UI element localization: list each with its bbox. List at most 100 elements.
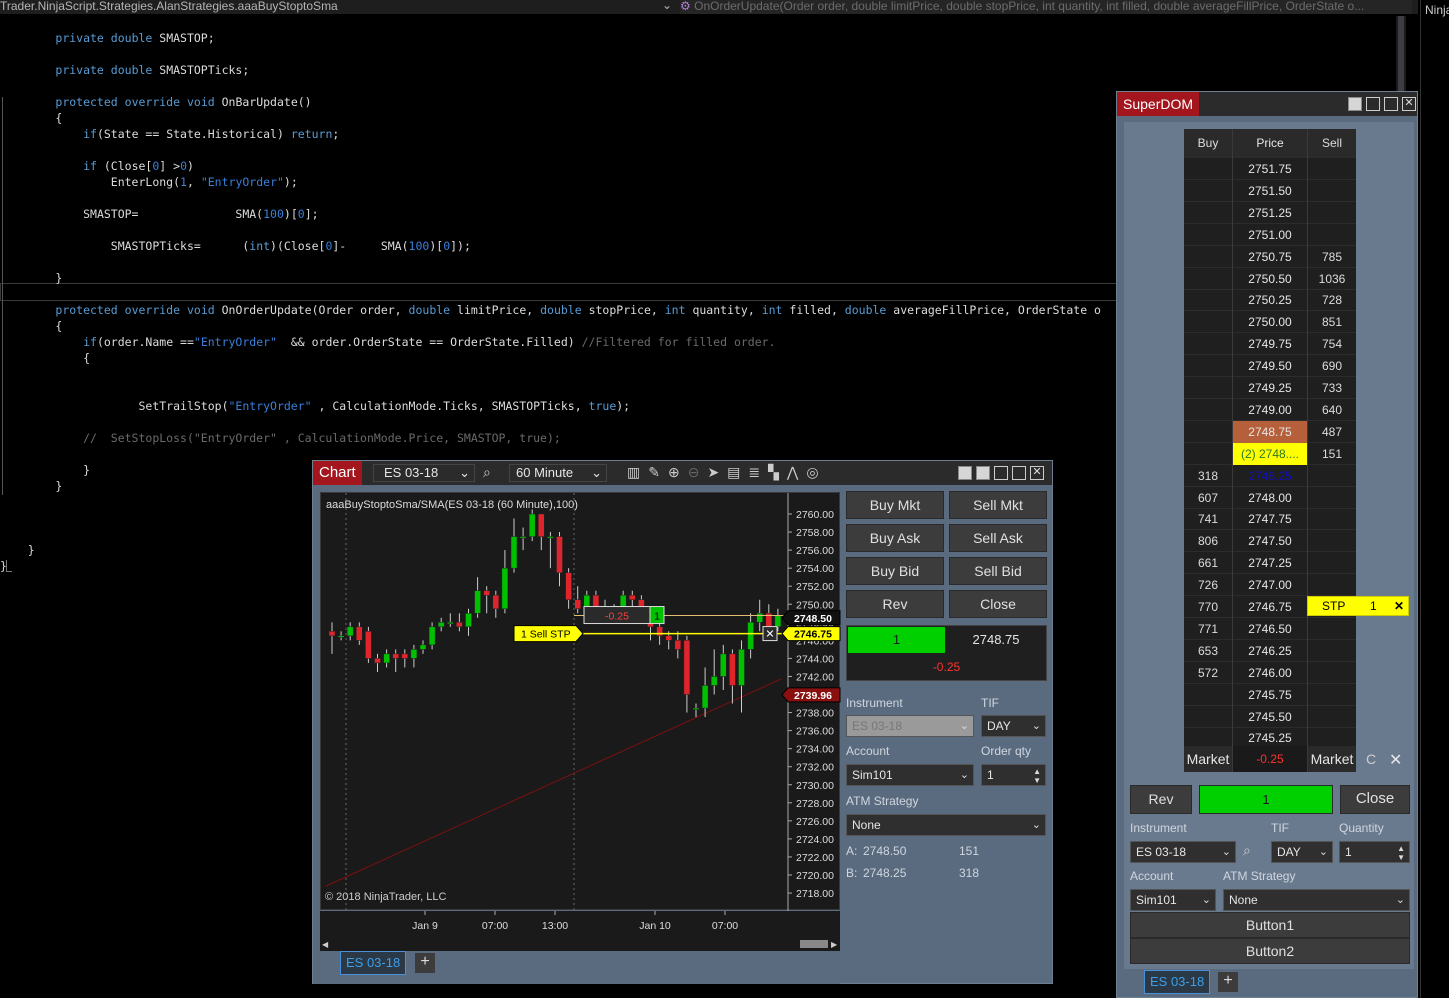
- custom-button-2[interactable]: Button2: [1130, 938, 1410, 964]
- ladder-row[interactable]: 726 2747.00: [1184, 574, 1356, 597]
- superdom-tif-select[interactable]: DAY ⌄: [1271, 841, 1333, 863]
- ladder-row[interactable]: 2750.25 728: [1184, 289, 1356, 312]
- ladder-sell-cell[interactable]: 728: [1308, 289, 1356, 311]
- superdom-close-button[interactable]: Close: [1340, 785, 1410, 814]
- scroll-left-icon[interactable]: ◀: [322, 940, 328, 949]
- ladder-buy-cell[interactable]: 661: [1184, 552, 1232, 574]
- superdom-window[interactable]: SuperDOM ✕ Buy Price Sell 2751.75 2751.50…: [1116, 91, 1418, 998]
- reload-icon[interactable]: ◎: [806, 464, 826, 480]
- close-icon[interactable]: ✕: [1402, 97, 1416, 111]
- ladder-sell-cell[interactable]: 690: [1308, 355, 1356, 377]
- ladder-row[interactable]: 2750.50 1036: [1184, 267, 1356, 290]
- ladder-sell-cell[interactable]: 1036: [1308, 268, 1356, 290]
- scroll-right-icon[interactable]: ▶: [831, 940, 837, 949]
- ladder-row[interactable]: 2749.00 640: [1184, 398, 1356, 421]
- close-position-button[interactable]: Close: [949, 590, 1047, 618]
- ladder-row[interactable]: 2749.25 733: [1184, 377, 1356, 399]
- sell-ask-button[interactable]: Sell Ask: [949, 524, 1047, 552]
- minimize-icon[interactable]: [994, 466, 1008, 480]
- ladder-buy-cell[interactable]: 572: [1184, 662, 1232, 684]
- chart-window[interactable]: Chart ES 03-18 ⌄ ⌕ 60 Minute ⌄ ▥✎⊕⊖➤▤≣▚⋀◎ …: [312, 460, 1053, 984]
- ladder-row[interactable]: 2748.75 487: [1184, 420, 1356, 443]
- maximize-icon[interactable]: [1384, 97, 1398, 111]
- chart-sheet-tab[interactable]: ES 03-18: [340, 951, 407, 975]
- instrument-selector[interactable]: ES 03-18 ⌄: [373, 464, 475, 482]
- ladder-row[interactable]: (2) 2748.... 151: [1184, 442, 1356, 465]
- pointer-icon[interactable]: ➤: [707, 464, 727, 480]
- buy-ask-button[interactable]: Buy Ask: [846, 524, 944, 552]
- superdom-quantity-stepper[interactable]: 1 ▲ ▼: [1339, 841, 1410, 863]
- ladder-sell-cell[interactable]: 785: [1308, 246, 1356, 268]
- superdom-atm-select[interactable]: None ⌄: [1223, 889, 1410, 911]
- ladder-buy-cell[interactable]: 770: [1184, 596, 1232, 618]
- ladder-row[interactable]: 2749.75 754: [1184, 333, 1356, 356]
- spin-arrows-icon[interactable]: ▲ ▼: [1397, 844, 1405, 862]
- ladder-row[interactable]: 806 2747.50: [1184, 530, 1356, 553]
- close-icon[interactable]: ✕: [1030, 466, 1044, 480]
- ladder-row[interactable]: 771 2746.50: [1184, 617, 1356, 640]
- ladder-row[interactable]: 2751.50: [1184, 179, 1356, 202]
- ladder-row[interactable]: 2745.75: [1184, 683, 1356, 706]
- templates-icon[interactable]: ▚: [768, 464, 787, 480]
- sell-market-button[interactable]: Sell Mkt: [949, 491, 1047, 519]
- member-dropdown[interactable]: ⚙ OnOrderUpdate(Order order, double limi…: [680, 0, 1412, 14]
- ladder-buy-cell[interactable]: 726: [1184, 574, 1232, 596]
- chart-tab[interactable]: Chart: [313, 461, 362, 485]
- account-select[interactable]: Sim101 ⌄: [846, 764, 974, 786]
- cancel-all-c-button[interactable]: C: [1366, 751, 1376, 767]
- interval-selector[interactable]: 60 Minute ⌄: [509, 464, 607, 482]
- add-tab-button[interactable]: +: [415, 953, 435, 973]
- ladder-buy-cell[interactable]: 806: [1184, 530, 1232, 552]
- ladder-row[interactable]: 653 2746.25: [1184, 639, 1356, 662]
- ladder-buy-cell[interactable]: 607: [1184, 487, 1232, 509]
- market-buy-button[interactable]: Market: [1184, 746, 1232, 772]
- search-icon[interactable]: ⌕: [483, 464, 491, 481]
- zoom-out-icon[interactable]: ⊖: [688, 464, 708, 480]
- chart-plot-area[interactable]: 2760.00 2758.00 2756.00 2754.00 2752.00 2750.…: [320, 492, 841, 911]
- tile-icon[interactable]: [958, 466, 972, 480]
- superdom-title[interactable]: SuperDOM: [1117, 92, 1200, 116]
- stop-order-cancel-icon[interactable]: ✕: [1394, 597, 1404, 615]
- instrument-select[interactable]: ES 03-18 ⌄: [846, 715, 974, 737]
- ladder-buy-cell[interactable]: 741: [1184, 508, 1232, 530]
- ladder-sell-cell[interactable]: 754: [1308, 333, 1356, 355]
- ladder-row[interactable]: 2750.00 851: [1184, 311, 1356, 334]
- ladder-sell-cell[interactable]: 733: [1308, 377, 1356, 399]
- buy-market-button[interactable]: Buy Mkt: [846, 491, 944, 519]
- spin-arrows-icon[interactable]: ▲ ▼: [1033, 767, 1041, 785]
- ladder-row[interactable]: 2751.25: [1184, 201, 1356, 224]
- data-box-icon[interactable]: ▤: [727, 464, 748, 480]
- custom-button-1[interactable]: Button1: [1130, 912, 1410, 938]
- order-qty-stepper[interactable]: 1 ▲ ▼: [981, 764, 1046, 786]
- tile2-icon[interactable]: [976, 466, 990, 480]
- ladder-buy-cell[interactable]: 318: [1184, 465, 1232, 487]
- bar-type-icon[interactable]: ▥: [627, 464, 648, 480]
- reverse-button[interactable]: Rev: [846, 590, 944, 618]
- ladder-row[interactable]: 2750.75 785: [1184, 245, 1356, 268]
- price-ladder[interactable]: Buy Price Sell 2751.75 2751.50 2751.25 2751…: [1184, 129, 1356, 772]
- minimize-icon[interactable]: [1366, 97, 1380, 111]
- ladder-row[interactable]: 2751.75: [1184, 158, 1356, 180]
- draw-pencil-icon[interactable]: ✎: [648, 464, 668, 480]
- chart-trader-icon[interactable]: ≣: [748, 464, 768, 480]
- superdom-add-tab-button[interactable]: +: [1218, 972, 1238, 992]
- zoom-in-icon[interactable]: ⊕: [668, 464, 688, 480]
- buy-bid-button[interactable]: Buy Bid: [846, 557, 944, 585]
- stop-order-marker[interactable]: STP 1 ✕: [1307, 596, 1409, 616]
- ladder-buy-cell[interactable]: 771: [1184, 618, 1232, 640]
- ladder-sell-cell[interactable]: 151: [1308, 443, 1356, 465]
- superdom-reverse-button[interactable]: Rev: [1130, 785, 1192, 814]
- ladder-sell-cell[interactable]: 640: [1308, 399, 1356, 421]
- market-sell-button[interactable]: Market: [1308, 746, 1356, 772]
- type-dropdown[interactable]: Trader.NinjaScript.Strategies.AlanStrate…: [0, 0, 676, 14]
- ladder-sell-cell[interactable]: 851: [1308, 311, 1356, 333]
- superdom-instrument-select[interactable]: ES 03-18 ⌄: [1130, 841, 1236, 863]
- tif-select[interactable]: DAY ⌄: [981, 715, 1046, 737]
- tile-icon[interactable]: [1348, 97, 1362, 111]
- ladder-row[interactable]: 607 2748.00: [1184, 486, 1356, 509]
- ladder-row[interactable]: 741 2747.75: [1184, 508, 1356, 531]
- strategies-icon[interactable]: ⋀: [787, 464, 806, 480]
- ladder-row[interactable]: 2751.00: [1184, 223, 1356, 246]
- ladder-row[interactable]: 2749.50 690: [1184, 355, 1356, 378]
- scrollbar-thumb[interactable]: [1398, 16, 1404, 96]
